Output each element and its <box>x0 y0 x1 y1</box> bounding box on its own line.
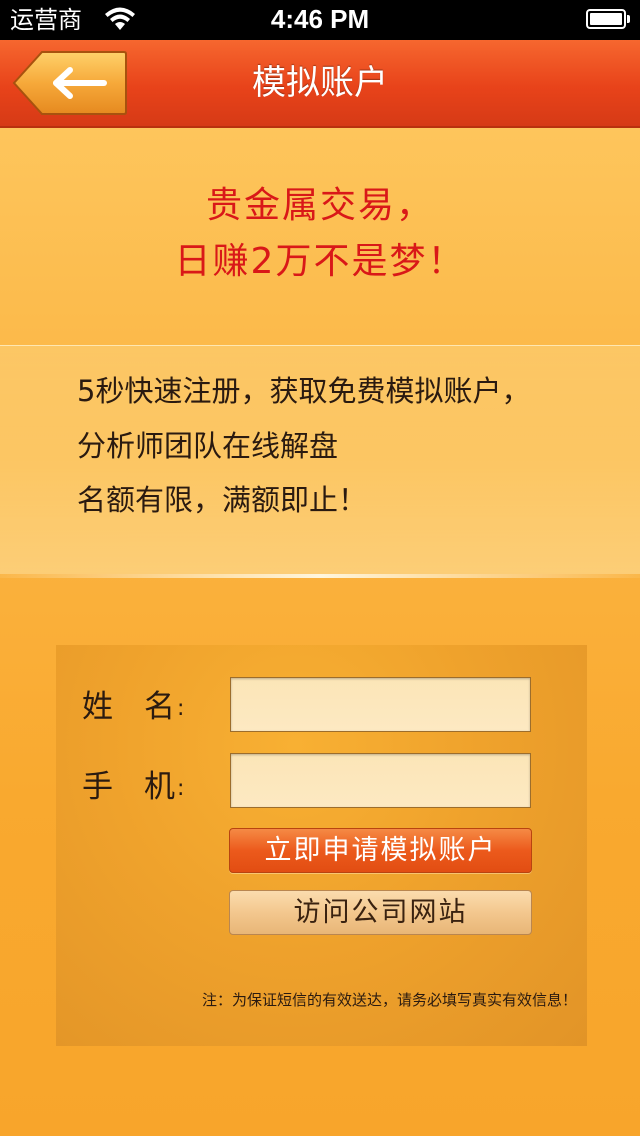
form-note: 注：为保证短信的有效送达，请务必填写真实有效信息！ <box>201 991 577 1009</box>
phone-label: 手 机: <box>82 767 184 811</box>
status-time: 4:46 PM <box>270 4 370 34</box>
battery-icon <box>586 9 630 29</box>
phone-label-colon: : <box>177 776 185 801</box>
intro-line-1: 5秒快速注册，获取免费模拟账户， <box>77 374 531 408</box>
name-label-text: 姓 名 <box>82 689 175 725</box>
promo-headline: 贵金属交易， 日赚2万不是梦！ <box>0 178 640 290</box>
name-input[interactable] <box>230 677 531 732</box>
name-label-colon: : <box>177 696 185 721</box>
phone-input[interactable] <box>230 753 531 808</box>
intro-section: 5秒快速注册，获取免费模拟账户， 分析师团队在线解盘 名额有限，满额即止！ <box>0 345 640 578</box>
name-label: 姓 名: <box>82 687 184 731</box>
page-title: 模拟账户 <box>252 63 388 103</box>
visit-website-button[interactable]: 访问公司网站 <box>229 890 532 935</box>
apply-demo-account-button[interactable]: 立即申请模拟账户 <box>229 828 532 873</box>
phone-label-text: 手 机 <box>82 769 175 805</box>
status-bar: 运营商 4:46 PM <box>0 0 640 40</box>
headline-line-1: 贵金属交易， <box>205 185 434 226</box>
nav-bar: 模拟账户 <box>0 40 640 128</box>
intro-line-3: 名额有限，满额即止！ <box>77 483 368 517</box>
register-form: 姓 名: 手 机: 立即申请模拟账户 访问公司网站 注：为保证短信的有效送达，请… <box>56 645 587 1046</box>
headline-line-2: 日赚2万不是梦！ <box>174 241 466 282</box>
intro-line-2: 分析师团队在线解盘 <box>77 429 339 463</box>
